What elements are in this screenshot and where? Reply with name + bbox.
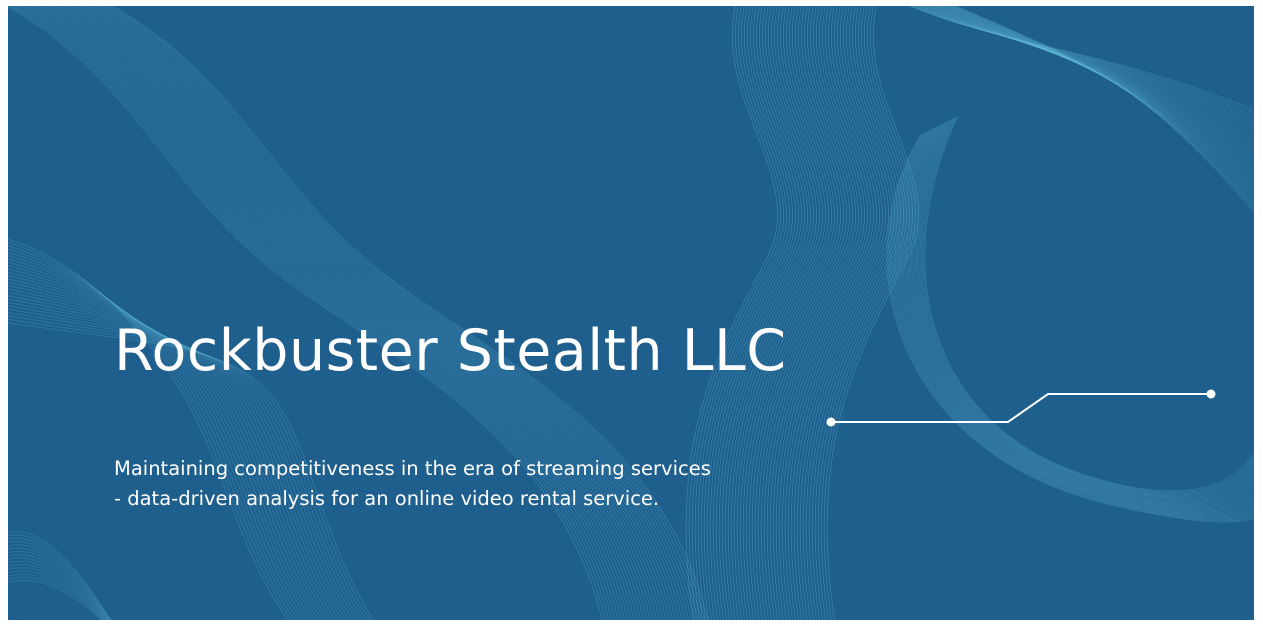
wave-line: [890, 132, 1254, 520]
wave-line: [895, 130, 1254, 516]
wave-line: [906, 124, 1254, 507]
wave-line: [918, 118, 1254, 497]
title-slide: Rockbuster Stealth LLC Maintaining compe…: [8, 6, 1254, 620]
wave-line: [912, 121, 1254, 502]
wave-line: [898, 128, 1254, 513]
wave-line: [8, 531, 112, 620]
wave-line: [939, 6, 1254, 179]
wave-line: [901, 127, 1254, 511]
wave-line: [907, 124, 1254, 506]
wave-line: [948, 6, 1254, 199]
wave-line: [947, 6, 1254, 196]
wave-line: [34, 6, 632, 620]
wave-line: [904, 125, 1254, 508]
subtitle-line-1: Maintaining competitiveness in the era o…: [114, 457, 711, 480]
wave-line: [925, 6, 1254, 149]
wave-line: [886, 134, 1254, 523]
wave-line: [8, 570, 105, 620]
wave-line: [900, 127, 1254, 512]
wave-line: [914, 120, 1254, 500]
wave-line: [911, 6, 1254, 117]
wave-line: [888, 133, 1254, 521]
wave-line: [923, 6, 1254, 144]
wave-line: [903, 126, 1254, 509]
wave-line: [896, 129, 1254, 515]
wave-line: [928, 6, 1254, 155]
wave-line: [937, 6, 1254, 176]
slide-subtitle: Maintaining competitiveness in the era o…: [114, 454, 711, 514]
wave-line: [887, 133, 1254, 522]
wave-line: [935, 6, 1254, 170]
wave-line: [891, 131, 1254, 519]
wave-line: [911, 122, 1254, 503]
wave-line: [8, 544, 110, 620]
wave-line: [931, 6, 1254, 161]
wave-line: [913, 121, 1254, 501]
wave-line: [892, 131, 1254, 518]
wave-line: [915, 6, 1254, 126]
wave-line: [902, 126, 1254, 510]
wave-line: [8, 557, 108, 620]
wave-line: [919, 118, 1254, 496]
wave-line: [908, 123, 1254, 505]
wave-line: [8, 238, 289, 620]
wave-line: [897, 129, 1254, 514]
wave-line: [893, 130, 1254, 517]
wave-line: [28, 6, 626, 620]
slide-title: Rockbuster Stealth LLC: [114, 318, 787, 384]
wave-line: [8, 580, 102, 620]
wave-line: [951, 6, 1254, 204]
wave-line: [941, 6, 1254, 184]
subtitle-line-2: - data-driven analysis for an online vid…: [114, 487, 660, 510]
wave-line: [909, 123, 1254, 504]
wave-line: [920, 117, 1254, 495]
wave-line: [952, 6, 1254, 207]
wave-line: [943, 6, 1254, 187]
wave-line: [910, 6, 1254, 114]
wave-line: [917, 119, 1254, 498]
wave-line: [915, 120, 1254, 499]
wave-line: [9, 6, 607, 620]
background-wave-lines: [8, 6, 1254, 620]
